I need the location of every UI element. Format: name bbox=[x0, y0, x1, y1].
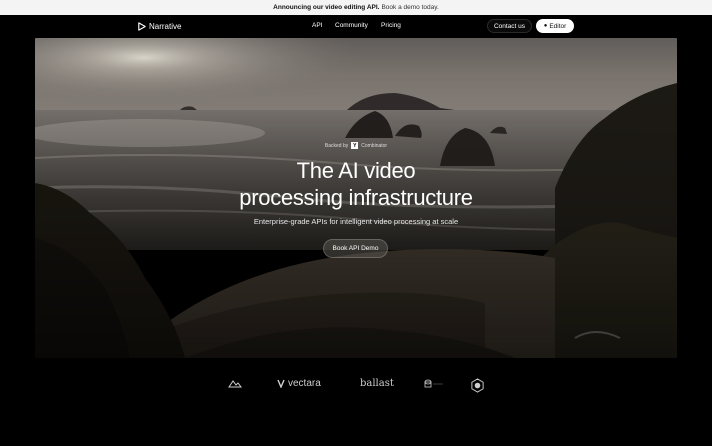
customer-logos-row: vectara ballast bbox=[0, 372, 712, 400]
hero-title-line-2: processing infrastructure bbox=[239, 185, 473, 210]
stacked-coin-logo bbox=[422, 378, 444, 390]
brand-logo[interactable]: Narrative bbox=[138, 21, 181, 32]
hero-title-line-1: The AI video bbox=[296, 158, 416, 183]
ycombinator-logo-icon: Y bbox=[351, 142, 359, 149]
editor-button[interactable]: ● Editor bbox=[536, 19, 574, 33]
backed-by-badge: Backed by Y Combinator bbox=[35, 142, 677, 149]
ballast-logo-text: ballast bbox=[360, 378, 394, 389]
mountains-logo bbox=[228, 378, 242, 388]
coin-stack-icon bbox=[424, 379, 443, 388]
nav-link-api[interactable]: API bbox=[312, 22, 322, 29]
vectara-logo: vectara bbox=[277, 378, 321, 389]
hexagon-icon bbox=[471, 378, 484, 393]
hexagon-logo bbox=[470, 378, 485, 393]
hero-section: Backed by Y Combinator The AI video proc… bbox=[35, 38, 677, 358]
hero-title: The AI video processing infrastructure bbox=[35, 157, 677, 211]
top-navigation: Narrative API Community Pricing Contact … bbox=[0, 15, 712, 38]
nav-link-community[interactable]: Community bbox=[335, 22, 368, 29]
contact-us-button[interactable]: Contact us bbox=[487, 19, 532, 33]
hero-subtitle: Enterprise-grade APIs for intelligent vi… bbox=[253, 217, 459, 226]
play-icon bbox=[138, 22, 146, 31]
announcement-bar[interactable]: Announcing our video editing API. Book a… bbox=[0, 0, 712, 15]
vectara-logo-text: vectara bbox=[288, 378, 321, 389]
book-api-demo-button[interactable]: Book API Demo bbox=[323, 239, 388, 258]
announcement-text: Announcing our video editing API. bbox=[273, 4, 380, 11]
combinator-label: Combinator bbox=[361, 142, 388, 149]
hero-content: Backed by Y Combinator The AI video proc… bbox=[35, 38, 677, 358]
announcement-link[interactable]: Book a demo today. bbox=[381, 4, 438, 11]
nav-link-pricing[interactable]: Pricing bbox=[381, 22, 401, 29]
editor-button-label: Editor bbox=[549, 22, 567, 30]
ballast-logo: ballast bbox=[360, 378, 394, 389]
apple-icon: ● bbox=[543, 23, 548, 29]
brand-name: Narrative bbox=[149, 22, 182, 31]
mountains-icon bbox=[228, 380, 242, 388]
backed-by-label: Backed by bbox=[324, 142, 349, 149]
vectara-mark-icon bbox=[277, 379, 285, 388]
